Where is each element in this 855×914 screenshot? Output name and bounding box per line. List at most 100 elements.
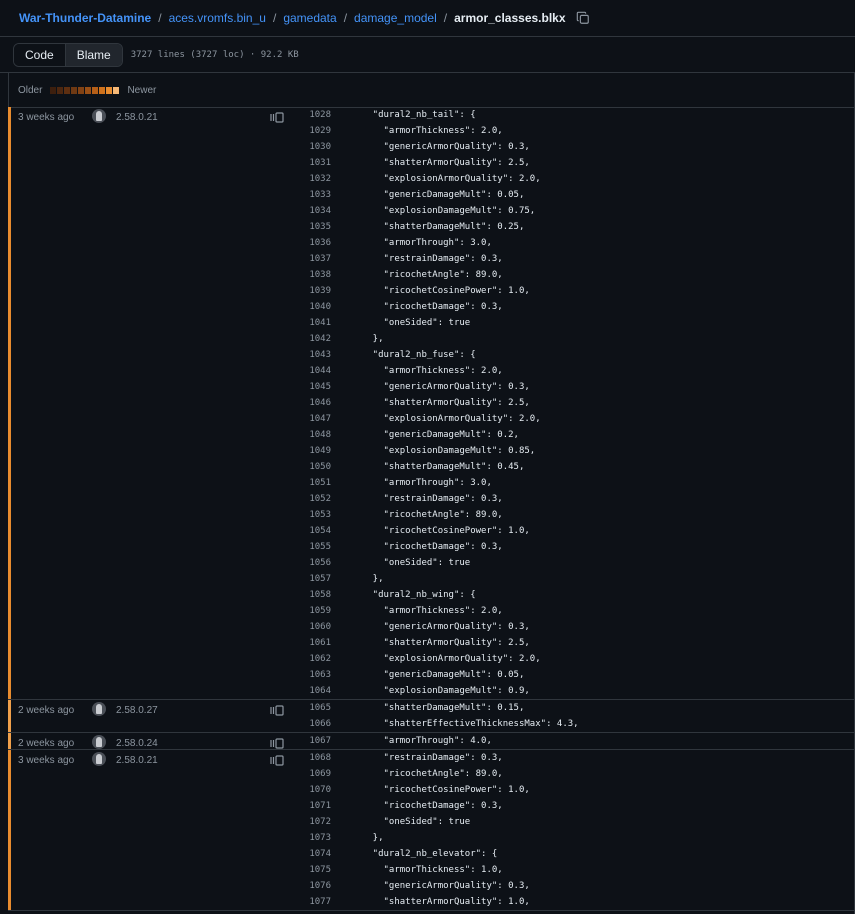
line-number[interactable]: 1060 (304, 622, 331, 632)
line-number[interactable]: 1039 (304, 286, 331, 296)
line-number[interactable]: 1067 (304, 736, 331, 746)
line-number[interactable]: 1047 (304, 414, 331, 424)
line-number[interactable]: 1063 (304, 670, 331, 680)
line-number[interactable]: 1074 (304, 849, 331, 859)
code-line: 1038 "ricochetAngle": 89.0, (304, 267, 855, 283)
reblame-icon[interactable] (270, 705, 284, 716)
line-number[interactable]: 1072 (304, 817, 331, 827)
line-number[interactable]: 1034 (304, 206, 331, 216)
line-number[interactable]: 1073 (304, 833, 331, 843)
commit-meta: 2 weeks ago 2.58.0.27 (8, 700, 305, 720)
age-swatches (50, 86, 120, 94)
line-code: "genericDamageMult": 0.05, (351, 190, 525, 200)
line-code: "armorThickness": 2.0, (351, 366, 503, 376)
line-number[interactable]: 1055 (304, 542, 331, 552)
line-number[interactable]: 1065 (304, 703, 331, 713)
line-number[interactable]: 1035 (304, 222, 331, 232)
line-number[interactable]: 1040 (304, 302, 331, 312)
line-number[interactable]: 1031 (304, 158, 331, 168)
commit-date[interactable]: 2 weeks ago (18, 705, 74, 716)
line-number[interactable]: 1033 (304, 190, 331, 200)
code-line: 1067 "armorThrough": 4.0, (304, 733, 855, 749)
code-line: 1050 "shatterDamageMult": 0.45, (304, 459, 855, 475)
breadcrumb-folder-link[interactable]: gamedata (283, 11, 336, 25)
commit-message-link[interactable]: 2.58.0.21 (116, 755, 158, 766)
avatar[interactable] (92, 702, 106, 716)
avatar[interactable] (92, 109, 106, 123)
line-number[interactable]: 1049 (304, 446, 331, 456)
line-number[interactable]: 1046 (304, 398, 331, 408)
line-number[interactable]: 1050 (304, 462, 331, 472)
line-number[interactable]: 1066 (304, 719, 331, 729)
reblame-icon[interactable] (270, 738, 284, 749)
line-number[interactable]: 1054 (304, 526, 331, 536)
reblame-icon[interactable] (270, 755, 284, 766)
line-code: }, (351, 334, 384, 344)
commit-date[interactable]: 3 weeks ago (18, 112, 74, 123)
commit-message-link[interactable]: 2.58.0.21 (116, 112, 158, 123)
line-number[interactable]: 1061 (304, 638, 331, 648)
line-number[interactable]: 1052 (304, 494, 331, 504)
line-number[interactable]: 1051 (304, 478, 331, 488)
line-number[interactable]: 1053 (304, 510, 331, 520)
line-number[interactable]: 1041 (304, 318, 331, 328)
line-code: }, (351, 574, 384, 584)
line-number[interactable]: 1057 (304, 574, 331, 584)
reblame-icon[interactable] (270, 112, 284, 123)
code-line: 1059 "armorThickness": 2.0, (304, 603, 855, 619)
line-number[interactable]: 1062 (304, 654, 331, 664)
line-number[interactable]: 1038 (304, 270, 331, 280)
breadcrumb-folder-link[interactable]: aces.vromfs.bin_u (169, 11, 266, 25)
legend-newer-label: Newer (127, 84, 157, 96)
line-number[interactable]: 1045 (304, 382, 331, 392)
line-code: "ricochetAngle": 89.0, (351, 510, 503, 520)
avatar[interactable] (92, 752, 106, 766)
line-number[interactable]: 1064 (304, 686, 331, 696)
line-number[interactable]: 1069 (304, 769, 331, 779)
line-number[interactable]: 1032 (304, 174, 331, 184)
code-line: 1046 "shatterArmorQuality": 2.5, (304, 395, 855, 411)
line-number[interactable]: 1044 (304, 366, 331, 376)
code-line: 1076 "genericArmorQuality": 0.3, (304, 878, 855, 894)
commit-date[interactable]: 3 weeks ago (18, 755, 74, 766)
line-number[interactable]: 1043 (304, 350, 331, 360)
commit-message-link[interactable]: 2.58.0.27 (116, 705, 158, 716)
line-number[interactable]: 1059 (304, 606, 331, 616)
line-number[interactable]: 1042 (304, 334, 331, 344)
line-number[interactable]: 1077 (304, 897, 331, 907)
breadcrumb-repo-link[interactable]: War-Thunder-Datamine (19, 11, 151, 25)
line-code: "ricochetDamage": 0.3, (351, 801, 503, 811)
line-code: "oneSided": true (351, 558, 471, 568)
code-line: 1034 "explosionDamageMult": 0.75, (304, 203, 855, 219)
line-code: "shatterArmorQuality": 2.5, (351, 638, 530, 648)
line-number[interactable]: 1036 (304, 238, 331, 248)
line-number[interactable]: 1068 (304, 753, 331, 763)
line-number[interactable]: 1030 (304, 142, 331, 152)
line-code: "armorThrough": 3.0, (351, 478, 492, 488)
line-number[interactable]: 1076 (304, 881, 331, 891)
line-number[interactable]: 1071 (304, 801, 331, 811)
line-number[interactable]: 1070 (304, 785, 331, 795)
commit-message-link[interactable]: 2.58.0.24 (116, 738, 158, 749)
line-number[interactable]: 1029 (304, 126, 331, 136)
line-number[interactable]: 1037 (304, 254, 331, 264)
code-line: 1058 "dural2_nb_wing": { (304, 587, 855, 603)
commit-date[interactable]: 2 weeks ago (18, 738, 74, 749)
line-code: "genericArmorQuality": 0.3, (351, 142, 530, 152)
code-line: 1057 }, (304, 571, 855, 587)
line-code: "armorThrough": 3.0, (351, 238, 492, 248)
code-view-button[interactable]: Code (14, 43, 66, 66)
line-code: "armorThickness": 2.0, (351, 126, 503, 136)
line-number[interactable]: 1048 (304, 430, 331, 440)
line-code: "ricochetCosinePower": 1.0, (351, 526, 530, 536)
avatar[interactable] (92, 735, 106, 749)
line-number[interactable]: 1075 (304, 865, 331, 875)
breadcrumb-folder-link[interactable]: damage_model (354, 11, 437, 25)
line-number[interactable]: 1058 (304, 590, 331, 600)
line-number[interactable]: 1056 (304, 558, 331, 568)
code-line: 1054 "ricochetCosinePower": 1.0, (304, 523, 855, 539)
line-number[interactable]: 1028 (304, 110, 331, 120)
code-line: 1071 "ricochetDamage": 0.3, (304, 798, 855, 814)
copy-path-icon[interactable] (576, 11, 590, 25)
blame-view-button[interactable]: Blame (65, 43, 122, 66)
